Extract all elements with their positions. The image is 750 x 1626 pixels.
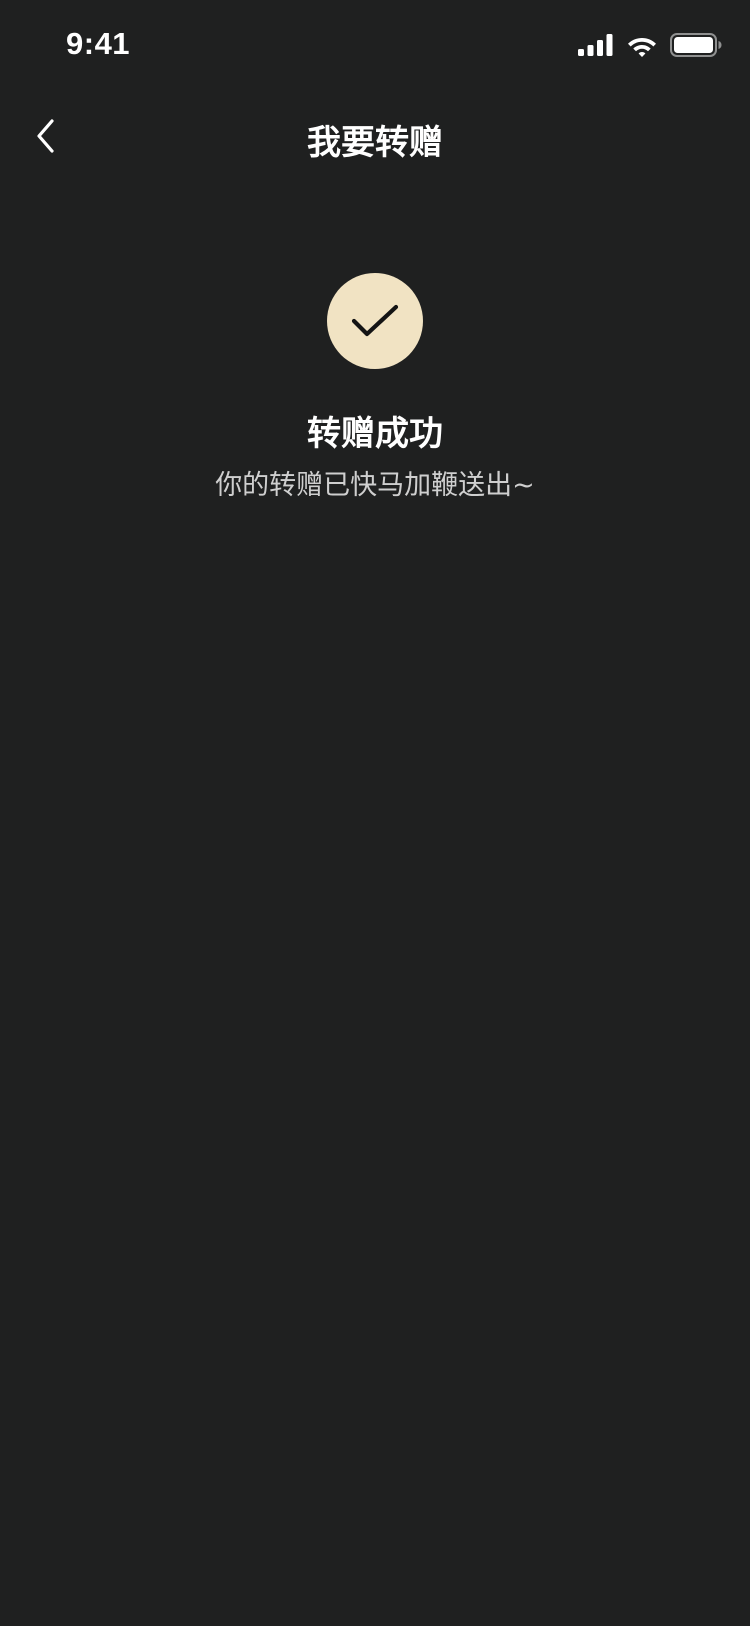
signal-icon — [578, 34, 613, 56]
success-result: 转赠成功 你的转赠已快马加鞭送出~ — [0, 273, 750, 504]
wifi-icon — [628, 37, 656, 57]
status-time: 9:41 — [66, 26, 131, 61]
battery-icon — [670, 33, 722, 57]
success-badge — [327, 273, 423, 369]
nav-bar: 我要转赠 — [0, 100, 750, 172]
checkmark-icon — [351, 304, 399, 337]
success-subtitle: 你的转赠已快马加鞭送出~ — [215, 470, 535, 501]
status-icons — [578, 33, 722, 57]
status-bar: 9:41 — [0, 0, 750, 88]
page-title: 我要转赠 — [307, 123, 443, 163]
success-title: 转赠成功 — [307, 414, 443, 454]
